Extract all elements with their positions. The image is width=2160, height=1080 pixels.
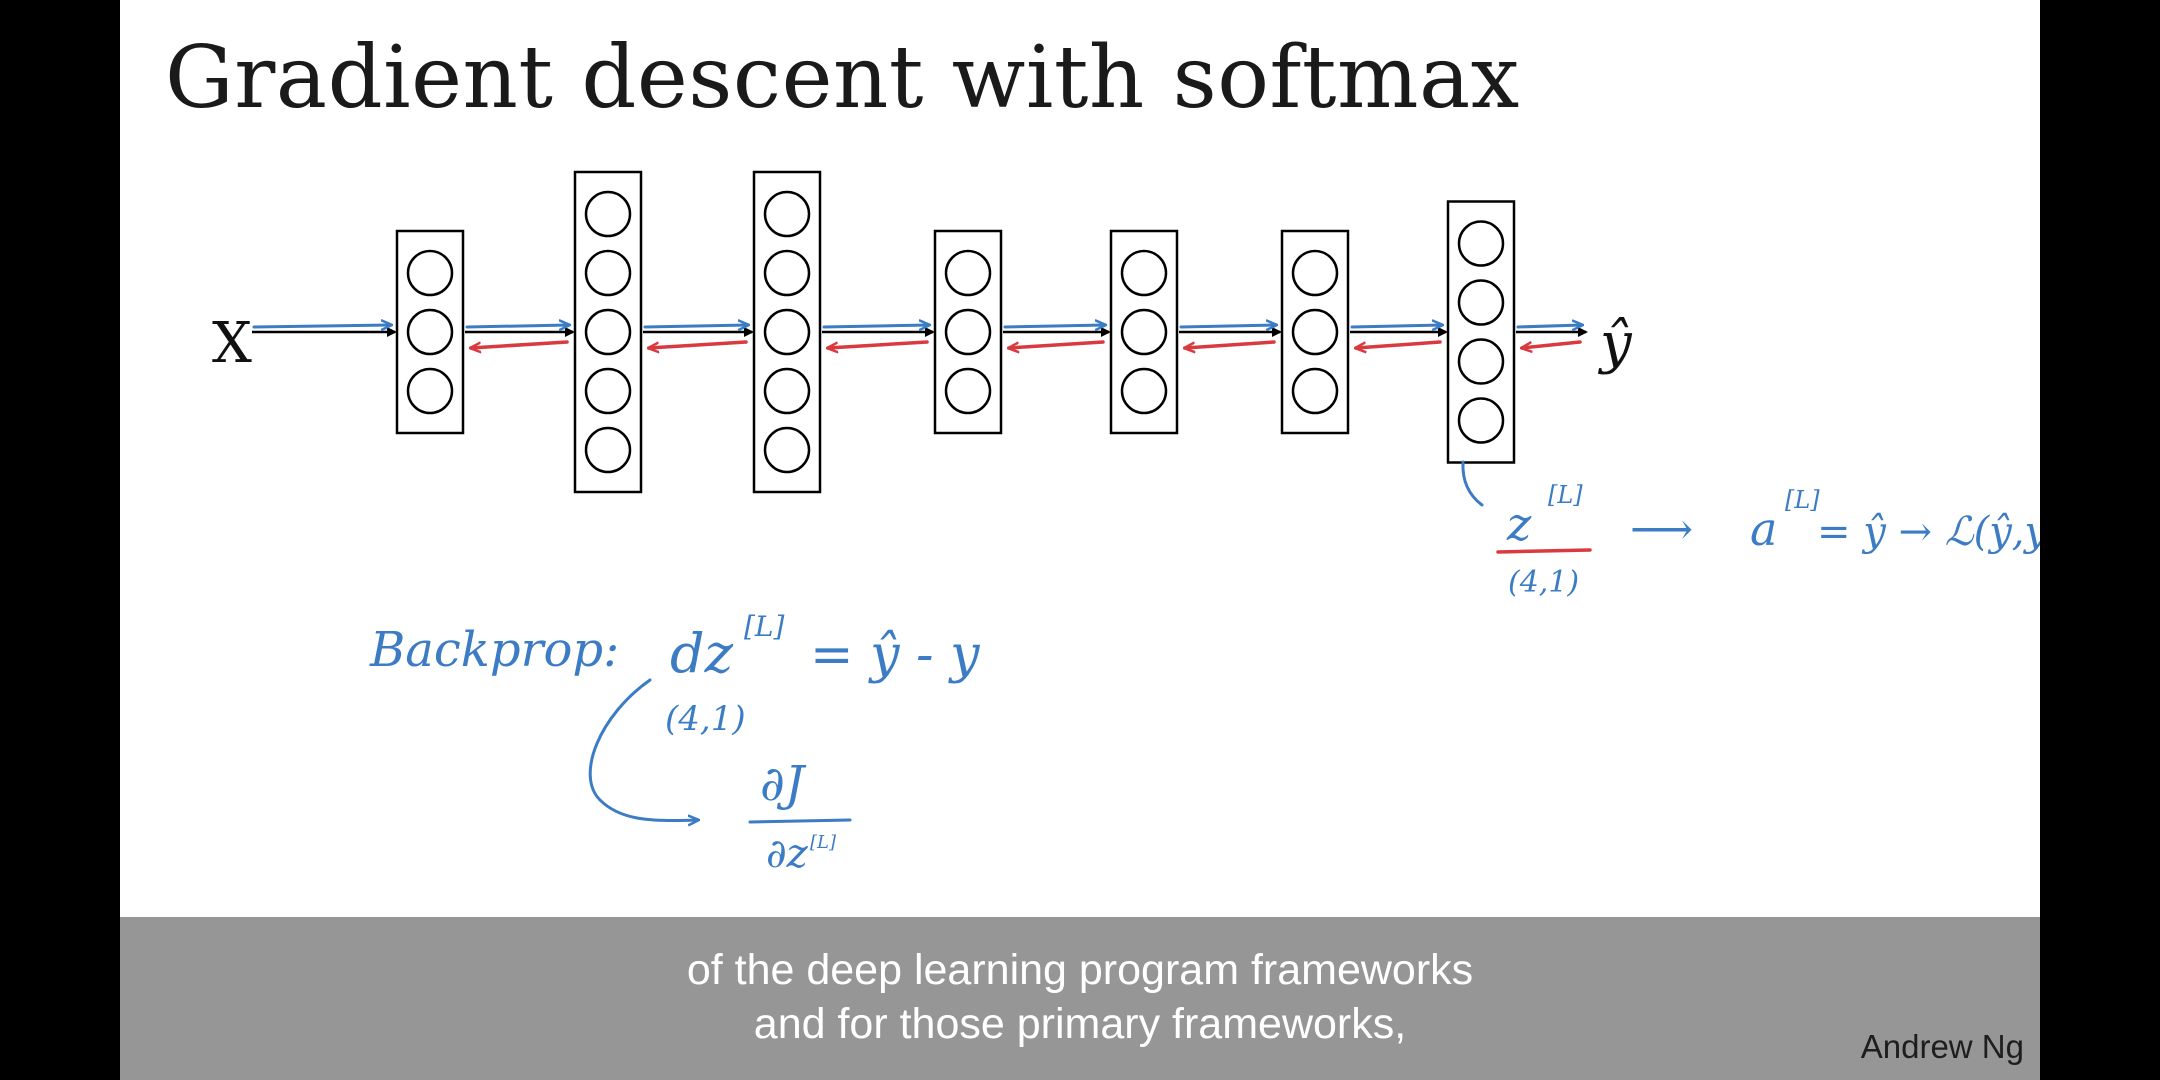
backward-ink-arrow: [1356, 340, 1442, 348]
forward-ink-arrow: [1003, 325, 1105, 327]
forward-ink-arrow: [1350, 325, 1442, 327]
layer-1-node: [406, 308, 454, 356]
dz-shape: (4,1): [665, 699, 746, 739]
djdz-numerator: ∂J: [760, 756, 807, 812]
z-shape: (4,1): [1508, 565, 1579, 600]
neural-network-diagram: X ŷ z [L] (4,1) ⟶ a [L] = ŷ → ℒ(ŷ,y) Bac…: [212, 170, 2040, 877]
layer-7-node: [1457, 338, 1505, 385]
layer-1-node: [406, 249, 454, 297]
forward-ink-arrow: [643, 325, 748, 327]
dz-superscript: [L]: [744, 610, 785, 643]
layer-2-node: [584, 249, 632, 297]
djdz-fraction-bar: [748, 818, 852, 824]
output-label: ŷ: [1597, 311, 1633, 376]
backward-ink-arrow: [828, 340, 929, 348]
layer-6-node: [1291, 308, 1339, 356]
layer-2-node: [584, 190, 632, 238]
author-credit: Andrew Ng: [1860, 1028, 2024, 1065]
layer-5-node: [1120, 367, 1168, 415]
forward-ink-arrow: [252, 325, 391, 327]
a-equation: = ŷ → ℒ(ŷ,y): [1817, 509, 2040, 555]
layer-5-node: [1120, 308, 1168, 356]
layer-2-node: [584, 308, 632, 356]
layer-3-node: [763, 249, 811, 297]
subtitle-bar: [120, 917, 2040, 1080]
layer-1-node: [406, 367, 454, 415]
a-label: a: [1750, 502, 1777, 556]
output-connector-stroke: [1461, 460, 1484, 507]
backward-ink-arrow: [1009, 340, 1105, 348]
layer-6-node: [1291, 367, 1339, 415]
backward-ink-arrow: [1185, 340, 1276, 348]
layer-3-node: [763, 367, 811, 415]
layer-5-node: [1120, 249, 1168, 297]
backward-ink-arrow: [1522, 340, 1582, 348]
layer-2-node: [584, 367, 632, 415]
layer-3-node: [763, 308, 811, 356]
forward-ink-arrow: [465, 325, 569, 327]
layer-6-node: [1291, 249, 1339, 297]
slide: Gradient descent with softmax X ŷ z [L]: [120, 0, 2040, 1080]
layer-3-node: [763, 426, 811, 474]
backward-ink-arrow: [649, 340, 748, 348]
dz-label: dz: [670, 622, 734, 685]
layer-7-node: [1457, 220, 1505, 267]
layer-7-node: [1457, 279, 1505, 326]
z-to-a-arrow: ⟶: [1630, 504, 1693, 555]
layer-4-node: [944, 308, 992, 356]
layer-3-node: [763, 190, 811, 238]
dz-equation: = ŷ - y: [810, 625, 980, 685]
z-label: z: [1506, 497, 1532, 551]
subtitle-line-1: of the deep learning program frameworks: [686, 946, 1474, 994]
djdz-denominator: ∂z: [766, 831, 809, 877]
a-superscript: [L]: [1785, 486, 1820, 514]
backward-ink-arrow: [471, 340, 569, 348]
layer-4-node: [944, 249, 992, 297]
layer-7-node: [1457, 397, 1505, 444]
layer-4-node: [944, 367, 992, 415]
djdz-superscript: [L]: [810, 832, 837, 853]
z-fraction-bar: [1496, 548, 1592, 554]
input-label: X: [212, 311, 252, 376]
z-superscript: [L]: [1548, 481, 1583, 509]
forward-ink-arrow: [1516, 325, 1582, 327]
layer-2-node: [584, 426, 632, 474]
backprop-label: Backprop:: [369, 622, 619, 678]
forward-ink-arrow: [1179, 325, 1276, 327]
subtitle-line-2: and for those primary frameworks,: [753, 1000, 1407, 1048]
forward-ink-arrow: [822, 325, 929, 327]
